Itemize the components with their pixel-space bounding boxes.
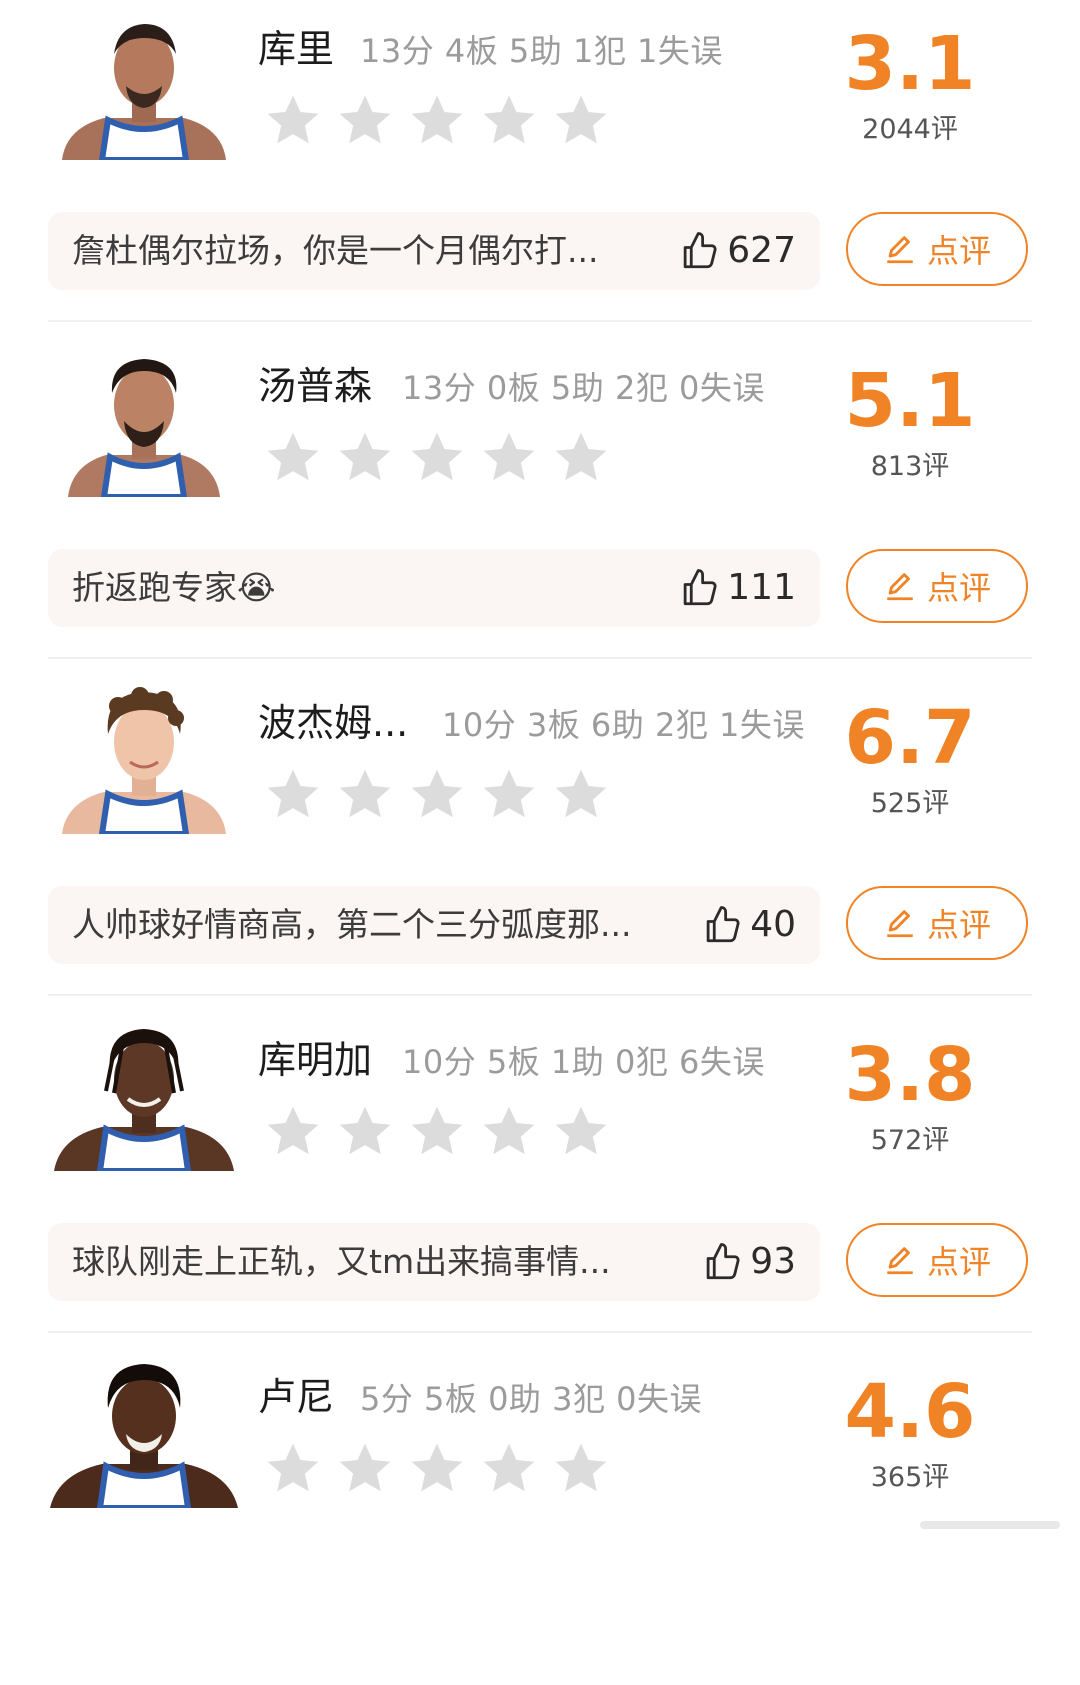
player-stats: 13分 4板 5助 1犯 1失误 — [360, 32, 723, 70]
crying-laughing-emoji: 😭 — [237, 568, 276, 607]
rate-button-label: 点评 — [926, 1243, 991, 1281]
review-count: 365评 — [870, 1462, 950, 1493]
star-icon[interactable] — [334, 1438, 396, 1500]
comment-text: 詹杜偶尔拉场，你是一个月偶尔打... — [72, 231, 599, 270]
star-icon[interactable] — [262, 1101, 324, 1163]
rate-button-label: 点评 — [926, 569, 991, 607]
player-card: 汤普森 13分 0板 5助 2犯 0失误 5.1 813评 折返跑专家😭 111… — [0, 337, 1080, 674]
divider — [48, 994, 1032, 996]
thumbs-up-icon — [684, 569, 717, 606]
like-button[interactable]: 627 — [679, 212, 796, 290]
average-score: 3.8 — [844, 1032, 976, 1118]
player-name: 库明加 — [258, 1038, 373, 1082]
player-avatar[interactable] — [48, 10, 240, 160]
star-icon[interactable] — [478, 427, 540, 489]
like-count: 627 — [727, 230, 796, 271]
comment-text: 人帅球好情商高，第二个三分弧度那... — [72, 905, 632, 944]
comment-text: 球队刚走上正轨，又tm出来搞事情... — [72, 1242, 611, 1281]
player-stats: 5分 5板 0助 3犯 0失误 — [360, 1380, 702, 1418]
pencil-edit-icon — [887, 1247, 913, 1275]
divider — [48, 657, 1032, 659]
thumbs-up-icon — [706, 906, 740, 943]
player-card: 库里 13分 4板 5助 1犯 1失误 3.1 2044评 詹杜偶尔拉场，你是一… — [0, 0, 1080, 337]
like-button[interactable]: 93 — [702, 1223, 796, 1301]
like-count: 93 — [750, 1241, 796, 1282]
player-card: 波杰姆... 10分 3板 6助 2犯 1失误 6.7 525评 人帅球好情商高… — [0, 674, 1080, 1011]
average-score: 6.7 — [844, 695, 976, 781]
star-rating[interactable] — [262, 764, 622, 826]
pencil-edit-icon — [887, 236, 913, 264]
pencil-edit-icon — [887, 910, 913, 938]
star-icon[interactable] — [334, 90, 396, 152]
star-icon[interactable] — [550, 764, 612, 826]
star-icon[interactable] — [550, 90, 612, 152]
review-count: 813评 — [870, 451, 950, 482]
star-icon[interactable] — [406, 427, 468, 489]
player-avatar[interactable] — [48, 347, 240, 497]
star-icon[interactable] — [262, 1438, 324, 1500]
star-rating[interactable] — [262, 90, 622, 152]
star-icon[interactable] — [262, 764, 324, 826]
player-stats: 10分 3板 6助 2犯 1失误 — [442, 706, 805, 744]
player-name: 卢尼 — [258, 1375, 335, 1419]
like-count: 111 — [727, 567, 796, 608]
player-card: 卢尼 5分 5板 0助 3犯 0失误 4.6 365评 — [0, 1348, 1080, 1685]
star-icon[interactable] — [334, 764, 396, 826]
rate-button[interactable]: 点评 — [846, 549, 1028, 623]
star-icon[interactable] — [406, 90, 468, 152]
divider — [48, 1331, 1032, 1333]
top-comment[interactable]: 折返跑专家😭 111 — [48, 549, 820, 627]
like-button[interactable]: 40 — [702, 886, 796, 964]
player-stats: 10分 5板 1助 0犯 6失误 — [402, 1043, 765, 1081]
star-icon[interactable] — [406, 1438, 468, 1500]
star-icon[interactable] — [406, 1101, 468, 1163]
star-icon[interactable] — [478, 764, 540, 826]
player-avatar[interactable] — [48, 1358, 240, 1508]
review-count: 525评 — [870, 788, 950, 819]
star-icon[interactable] — [406, 764, 468, 826]
home-indicator — [920, 1515, 1060, 1535]
star-rating[interactable] — [262, 1101, 622, 1163]
comment-body: 折返跑专家 — [72, 568, 237, 607]
review-count: 2044评 — [862, 114, 958, 145]
rate-button-label: 点评 — [926, 906, 991, 944]
star-rating[interactable] — [262, 1438, 622, 1500]
player-name: 汤普森 — [258, 364, 373, 408]
review-count: 572评 — [870, 1125, 950, 1156]
star-icon[interactable] — [262, 90, 324, 152]
top-comment[interactable]: 詹杜偶尔拉场，你是一个月偶尔打... 627 — [48, 212, 820, 290]
thumbs-up-icon — [684, 232, 717, 269]
pencil-edit-icon — [887, 573, 913, 601]
rate-button[interactable]: 点评 — [846, 886, 1028, 960]
thumbs-up-icon — [706, 1243, 740, 1280]
top-comment[interactable]: 球队刚走上正轨，又tm出来搞事情... 93 — [48, 1223, 820, 1301]
rate-button-label: 点评 — [926, 232, 991, 270]
average-score: 5.1 — [844, 358, 976, 444]
player-avatar[interactable] — [48, 1021, 240, 1171]
rate-button[interactable]: 点评 — [846, 1223, 1028, 1297]
rate-button[interactable]: 点评 — [846, 212, 1028, 286]
like-count: 40 — [750, 904, 796, 945]
player-avatar[interactable] — [48, 684, 240, 834]
star-icon[interactable] — [550, 1438, 612, 1500]
player-card: 库明加 10分 5板 1助 0犯 6失误 3.8 572评 球队刚走上正轨，又t… — [0, 1011, 1080, 1348]
player-name: 波杰姆... — [258, 701, 409, 745]
star-rating[interactable] — [262, 427, 622, 489]
star-icon[interactable] — [334, 427, 396, 489]
star-icon[interactable] — [478, 1101, 540, 1163]
star-icon[interactable] — [334, 1101, 396, 1163]
divider — [48, 320, 1032, 322]
like-button[interactable]: 111 — [679, 549, 796, 627]
star-icon[interactable] — [262, 427, 324, 489]
star-icon[interactable] — [550, 1101, 612, 1163]
star-icon[interactable] — [478, 1438, 540, 1500]
average-score: 3.1 — [844, 21, 976, 107]
player-stats: 13分 0板 5助 2犯 0失误 — [402, 369, 765, 407]
star-icon[interactable] — [550, 427, 612, 489]
star-icon[interactable] — [478, 90, 540, 152]
average-score: 4.6 — [844, 1369, 976, 1455]
player-name: 库里 — [258, 27, 335, 71]
comment-text: 折返跑专家😭 — [72, 549, 276, 627]
top-comment[interactable]: 人帅球好情商高，第二个三分弧度那... 40 — [48, 886, 820, 964]
